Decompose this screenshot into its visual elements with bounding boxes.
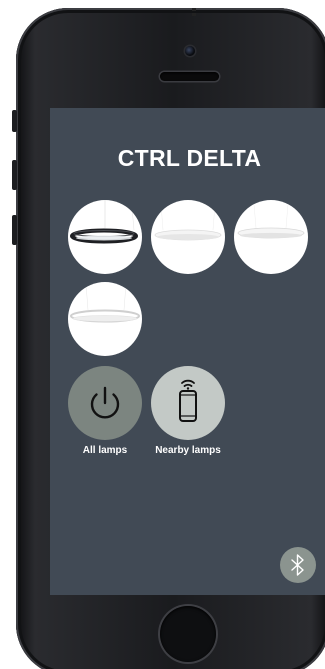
home-button[interactable] (160, 606, 216, 662)
volume-up-button (12, 160, 17, 190)
device-stage: CTRL DELTA All lamps Nearby lamps (0, 0, 325, 669)
phone-frame: CTRL DELTA All lamps Nearby lamps (16, 8, 325, 669)
all-lamps-button[interactable] (68, 366, 142, 440)
mute-switch (12, 110, 17, 132)
lamp-tile-4[interactable] (68, 282, 142, 356)
top-sensor-lower (192, 13, 196, 16)
lamp-tile-3[interactable] (234, 200, 308, 274)
nearby-lamps-button[interactable] (151, 366, 225, 440)
lamp-tile-2[interactable] (151, 200, 225, 274)
power-icon (90, 386, 120, 419)
app-screen: CTRL DELTA All lamps Nearby lamps (50, 108, 325, 595)
white-disc-lamp-icon (237, 203, 305, 239)
smartphone-signal-icon (179, 379, 197, 422)
volume-down-button (12, 215, 17, 245)
bluetooth-button[interactable] (280, 547, 316, 583)
white-disc-lamp-icon (154, 203, 222, 241)
earpiece-speaker (160, 72, 219, 81)
dark-ring-lamp-icon (70, 200, 138, 244)
white-ring-lamp-icon (70, 283, 140, 323)
nearby-lamps-label: Nearby lamps (155, 445, 221, 456)
app-title: CTRL DELTA (117, 145, 262, 171)
lamp-tile-1[interactable] (68, 200, 142, 274)
front-camera (185, 46, 195, 56)
bluetooth-icon (291, 554, 304, 576)
top-sensor (192, 8, 196, 11)
